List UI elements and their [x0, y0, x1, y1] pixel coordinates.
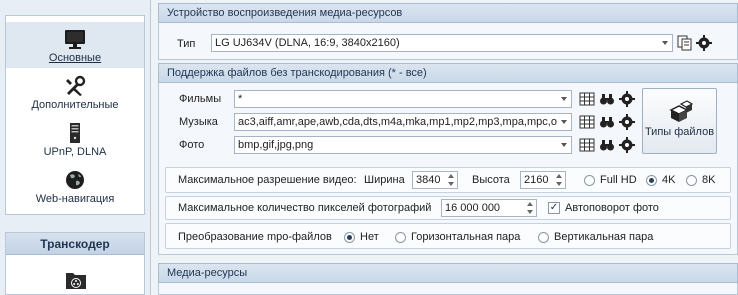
- table-icon[interactable]: [579, 114, 595, 130]
- chevron-down-icon: [561, 97, 567, 101]
- radio-4k[interactable]: [646, 175, 657, 186]
- spin-arrows-icon[interactable]: [556, 174, 563, 186]
- music-label: Музыка: [179, 116, 218, 128]
- gear-icon[interactable]: [619, 114, 635, 130]
- radio-full-hd-label: Full HD: [600, 174, 637, 186]
- max-resolution-group: Максимальное разрешение видео: Ширина 38…: [165, 167, 731, 193]
- device-section-body: Тип LG UJ634V (DLNA, 16:9, 3840x2160): [158, 23, 738, 60]
- media-section-body: [158, 283, 738, 295]
- file-types-button[interactable]: Типы файлов: [642, 88, 717, 154]
- radio-mpo-vertical[interactable]: [538, 232, 549, 243]
- settings-content: Устройство воспроизведения медиа-ресурсо…: [158, 0, 738, 295]
- height-value: 2160: [524, 174, 549, 186]
- transcoder-title: Транскодер: [6, 233, 144, 255]
- copy-icon[interactable]: [677, 35, 693, 51]
- films-formats-combo[interactable]: *: [234, 90, 572, 108]
- music-formats-value: ac3,aiff,amr,ape,awb,cda,dts,m4a,mka,mp1…: [238, 116, 557, 128]
- film-folder-icon: [66, 273, 86, 289]
- radio-mpo-vertical-label: Вертикальная пара: [554, 231, 654, 243]
- autorotate-checkbox[interactable]: ✓: [548, 202, 560, 214]
- max-resolution-label: Максимальное разрешение видео:: [178, 174, 357, 186]
- radio-8k[interactable]: [686, 175, 697, 186]
- films-label: Фильмы: [179, 93, 222, 105]
- table-icon[interactable]: [579, 137, 595, 153]
- mpo-conversion-group: Преобразование mpo-файлов Нет Горизонтал…: [165, 223, 731, 249]
- transcoder-panel[interactable]: Транскодер: [5, 232, 145, 295]
- chevron-down-icon: [561, 120, 567, 124]
- autorotate-label: Автоповорот фото: [565, 202, 659, 214]
- chevron-down-icon: [561, 143, 567, 147]
- mpo-label: Преобразование mpo-файлов: [178, 231, 332, 243]
- nav-item-advanced-label: Дополнительные: [31, 99, 119, 111]
- max-pixels-value: 16 000 000: [445, 202, 501, 214]
- media-section-header: Медиа-ресурсы: [158, 263, 738, 283]
- photo-formats-combo[interactable]: bmp,gif,jpg,png: [234, 136, 572, 154]
- server-icon: [70, 123, 80, 143]
- left-navigation-pane: Основные Дополнительные UPnP, DLNA Web-н…: [0, 0, 151, 295]
- chevron-down-icon: [662, 41, 668, 45]
- max-pixels-spinner[interactable]: 16 000 000: [441, 199, 537, 217]
- files-boxes-icon: [668, 100, 693, 122]
- radio-4k-label: 4K: [662, 174, 676, 186]
- tools-icon: [66, 75, 86, 96]
- nav-item-basic[interactable]: Основные: [6, 22, 144, 68]
- music-formats-combo[interactable]: ac3,aiff,amr,ape,awb,cda,dts,m4a,mka,mp1…: [234, 113, 572, 131]
- type-label: Тип: [177, 38, 196, 50]
- gear-icon[interactable]: [696, 35, 712, 51]
- radio-mpo-none[interactable]: [344, 232, 355, 243]
- radio-mpo-horizontal-label: Горизонтальная пара: [411, 231, 521, 243]
- height-spinner[interactable]: 2160: [520, 171, 566, 189]
- device-type-value: LG UJ634V (DLNA, 16:9, 3840x2160): [215, 37, 400, 49]
- spin-arrows-icon[interactable]: [527, 202, 534, 214]
- height-label: Высота: [472, 174, 510, 186]
- width-spinner[interactable]: 3840: [412, 171, 458, 189]
- binoculars-icon[interactable]: [599, 91, 615, 107]
- films-formats-value: *: [238, 93, 243, 105]
- radio-8k-label: 8K: [702, 174, 716, 186]
- device-type-combo[interactable]: LG UJ634V (DLNA, 16:9, 3840x2160): [211, 34, 673, 52]
- photo-label: Фото: [179, 139, 205, 151]
- nav-item-advanced[interactable]: Дополнительные: [6, 69, 144, 115]
- monitor-icon: [65, 30, 85, 49]
- width-label: Ширина: [364, 174, 405, 186]
- spin-arrows-icon[interactable]: [448, 174, 455, 186]
- nav-item-upnp-dlna[interactable]: UPnP, DLNA: [6, 116, 144, 162]
- gear-icon[interactable]: [619, 91, 635, 107]
- file-types-button-label: Типы файлов: [644, 126, 715, 138]
- nav-item-web-label: Web-навигация: [35, 193, 115, 205]
- binoculars-icon[interactable]: [599, 114, 615, 130]
- max-pixels-group: Максимальное количество пикселей фотогра…: [165, 196, 731, 220]
- max-pixels-label: Максимальное количество пикселей фотогра…: [178, 202, 432, 214]
- nav-item-basic-label: Основные: [48, 52, 102, 64]
- photo-formats-value: bmp,gif,jpg,png: [238, 139, 314, 151]
- globe-icon: [66, 171, 84, 189]
- radio-mpo-horizontal[interactable]: [395, 232, 406, 243]
- settings-nav-panel: Основные Дополнительные UPnP, DLNA Web-н…: [5, 15, 145, 215]
- gear-icon[interactable]: [619, 137, 635, 153]
- nav-item-upnp-label: UPnP, DLNA: [43, 146, 107, 158]
- formats-section-header: Поддержка файлов без транскодирования (*…: [158, 63, 738, 83]
- binoculars-icon[interactable]: [599, 137, 615, 153]
- radio-full-hd[interactable]: [584, 175, 595, 186]
- nav-item-web-navigation[interactable]: Web-навигация: [6, 163, 144, 209]
- table-icon[interactable]: [579, 91, 595, 107]
- device-section-header: Устройство воспроизведения медиа-ресурсо…: [158, 3, 738, 23]
- width-value: 3840: [416, 174, 441, 186]
- radio-mpo-none-label: Нет: [360, 231, 379, 243]
